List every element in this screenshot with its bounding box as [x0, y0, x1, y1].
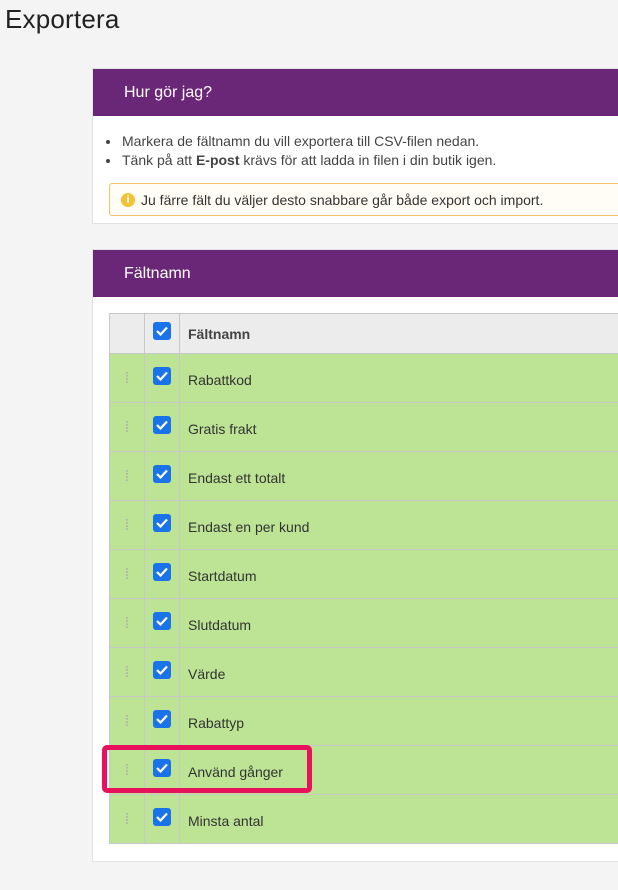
- row-checkbox-cell: [145, 648, 180, 696]
- row-checkbox-cell: [145, 599, 180, 647]
- how-to-bullet-2: Tänk på att E-post krävs för att ladda i…: [121, 151, 618, 170]
- field-checkbox[interactable]: [153, 710, 171, 728]
- how-to-panel: Hur gör jag? Markera de fältnamn du vill…: [92, 68, 618, 224]
- how-to-bullet-2-before: Tänk på att: [122, 152, 196, 168]
- field-checkbox[interactable]: [153, 416, 171, 434]
- highlight-annotation: [102, 745, 312, 793]
- table-row: ⁞ Rabattkod: [109, 354, 618, 403]
- notice-text: Ju färre fält du väljer desto snabbare g…: [141, 191, 544, 208]
- how-to-list: Markera de fältnamn du vill exportera ti…: [93, 132, 618, 170]
- drag-handle-icon[interactable]: ⁞: [109, 795, 145, 843]
- field-checkbox[interactable]: [153, 514, 171, 532]
- field-checkbox[interactable]: [153, 563, 171, 581]
- field-label: Rabattkod: [188, 372, 252, 388]
- table-row: ⁞ Startdatum: [109, 550, 618, 599]
- table-row: ⁞ Slutdatum: [109, 599, 618, 648]
- field-label: Gratis frakt: [188, 421, 257, 437]
- row-checkbox-cell: [145, 403, 180, 451]
- row-checkbox-cell: [145, 795, 180, 843]
- how-to-bullet-2-after: krävs för att ladda in filen i din butik…: [239, 152, 497, 168]
- table-row: ⁞ Minsta antal: [109, 795, 618, 844]
- field-label: Endast en per kund: [188, 519, 310, 535]
- field-checkbox[interactable]: [153, 465, 171, 483]
- performance-notice: i Ju färre fält du väljer desto snabbare…: [109, 183, 618, 216]
- row-checkbox-cell: [145, 501, 180, 549]
- page-title: Exportera: [5, 4, 120, 34]
- field-label: Slutdatum: [188, 617, 252, 633]
- table-header-row: Fältnamn: [109, 314, 618, 354]
- field-label: Minsta antal: [188, 813, 264, 829]
- info-icon: i: [121, 192, 135, 207]
- table-row: ⁞ Gratis frakt: [109, 403, 618, 452]
- row-checkbox-cell: [145, 550, 180, 598]
- field-label: Värde: [188, 666, 226, 682]
- row-checkbox-cell: [145, 452, 180, 500]
- table-row: ⁞ Värde: [109, 648, 618, 697]
- drag-handle-icon[interactable]: ⁞: [109, 599, 145, 647]
- drag-handle-icon[interactable]: ⁞: [109, 550, 145, 598]
- field-checkbox[interactable]: [153, 367, 171, 385]
- drag-handle-icon[interactable]: ⁞: [109, 648, 145, 696]
- field-checkbox[interactable]: [153, 661, 171, 679]
- field-label: Rabattyp: [188, 715, 245, 731]
- field-label: Startdatum: [188, 568, 257, 584]
- drag-handle-icon[interactable]: ⁞: [109, 403, 145, 451]
- fields-header: Fältnamn: [93, 250, 618, 297]
- table-row: ⁞ Endast en per kund: [109, 501, 618, 550]
- field-label: Endast ett totalt: [188, 470, 286, 486]
- row-checkbox-cell: [145, 354, 180, 402]
- drag-handle-icon[interactable]: ⁞: [109, 697, 145, 745]
- drag-handle-icon[interactable]: ⁞: [109, 501, 145, 549]
- select-all-checkbox[interactable]: [153, 322, 171, 340]
- table-row: ⁞ Rabattyp: [109, 697, 618, 746]
- table-row: ⁞ Endast ett totalt: [109, 452, 618, 501]
- field-checkbox[interactable]: [153, 808, 171, 826]
- drag-handle-icon[interactable]: ⁞: [109, 354, 145, 402]
- field-checkbox[interactable]: [153, 612, 171, 630]
- how-to-bullet-1: Markera de fältnamn du vill exportera ti…: [121, 132, 618, 151]
- how-to-header: Hur gör jag?: [93, 69, 618, 116]
- column-header-field-name: Fältnamn: [188, 325, 251, 342]
- select-all-cell: [145, 314, 180, 353]
- row-checkbox-cell: [145, 697, 180, 745]
- drag-column-header: [109, 314, 145, 353]
- email-field-emphasis: E-post: [195, 152, 240, 168]
- drag-handle-icon[interactable]: ⁞: [109, 452, 145, 500]
